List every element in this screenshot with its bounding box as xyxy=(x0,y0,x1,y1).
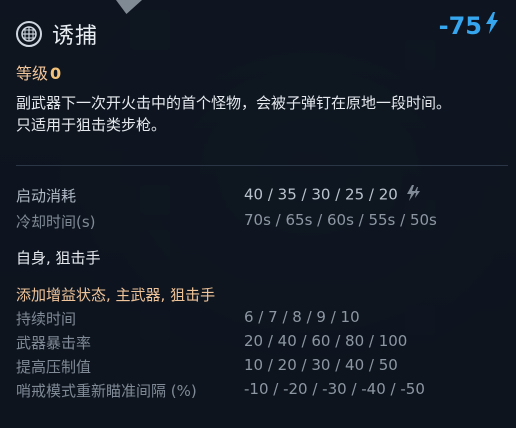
level-value: 0 xyxy=(50,64,62,83)
scope-interval-label: 哨戒模式重新瞄准间隔 (%) xyxy=(16,382,197,400)
buff-header: 添加增益状态, 主武器, 狙击手 xyxy=(16,286,216,304)
description-line-2: 只适用于狙击类步枪。 xyxy=(16,116,167,134)
cost-value: -75 xyxy=(438,12,482,40)
duration-label: 持续时间 xyxy=(16,310,77,328)
activation-cost-value: 40 / 35 / 30 / 25 / 20 xyxy=(244,185,398,204)
lightning-icon xyxy=(406,185,421,205)
cooldown-value: 70s / 65s / 60s / 55s / 50s xyxy=(244,211,437,229)
scope-interval-value: -10 / -20 / -30 / -40 / -50 xyxy=(244,380,425,398)
activation-cost-row: 40 / 35 / 30 / 25 / 20 xyxy=(244,185,421,205)
skill-level: 等级 0 xyxy=(16,60,61,84)
suppression-label: 提高压制值 xyxy=(16,358,92,376)
lightning-icon xyxy=(486,12,498,40)
skill-title: 诱捕 xyxy=(52,24,99,49)
description-line-1: 副武器下一次开火击中的首个怪物，会被子弹钉在原地一段时间。 xyxy=(16,94,452,112)
crit-rate-label: 武器暴击率 xyxy=(16,334,92,352)
crosshair-grid-icon xyxy=(16,21,42,47)
suppression-value: 10 / 20 / 30 / 40 / 50 xyxy=(244,356,398,374)
duration-value: 6 / 7 / 8 / 9 / 10 xyxy=(244,308,360,326)
tooltip-header: 诱捕 xyxy=(16,18,98,50)
divider xyxy=(16,165,508,166)
target-label: 自身, 狙击手 xyxy=(16,249,101,267)
cost-display: -75 xyxy=(439,12,498,40)
pointer-shape xyxy=(116,0,142,14)
level-label: 等级 xyxy=(16,64,49,83)
crit-rate-value: 20 / 40 / 60 / 80 / 100 xyxy=(244,332,408,350)
skill-tooltip: 诱捕 -75 等级 0 副武器下一次开火击中的首个怪物，会被子弹钉在原地一段时间。… xyxy=(0,0,516,428)
cooldown-label: 冷却时间(s) xyxy=(16,213,96,231)
skill-description: 副武器下一次开火击中的首个怪物，会被子弹钉在原地一段时间。 只适用于狙击类步枪。 xyxy=(16,92,506,136)
activation-cost-label: 启动消耗 xyxy=(16,187,77,205)
